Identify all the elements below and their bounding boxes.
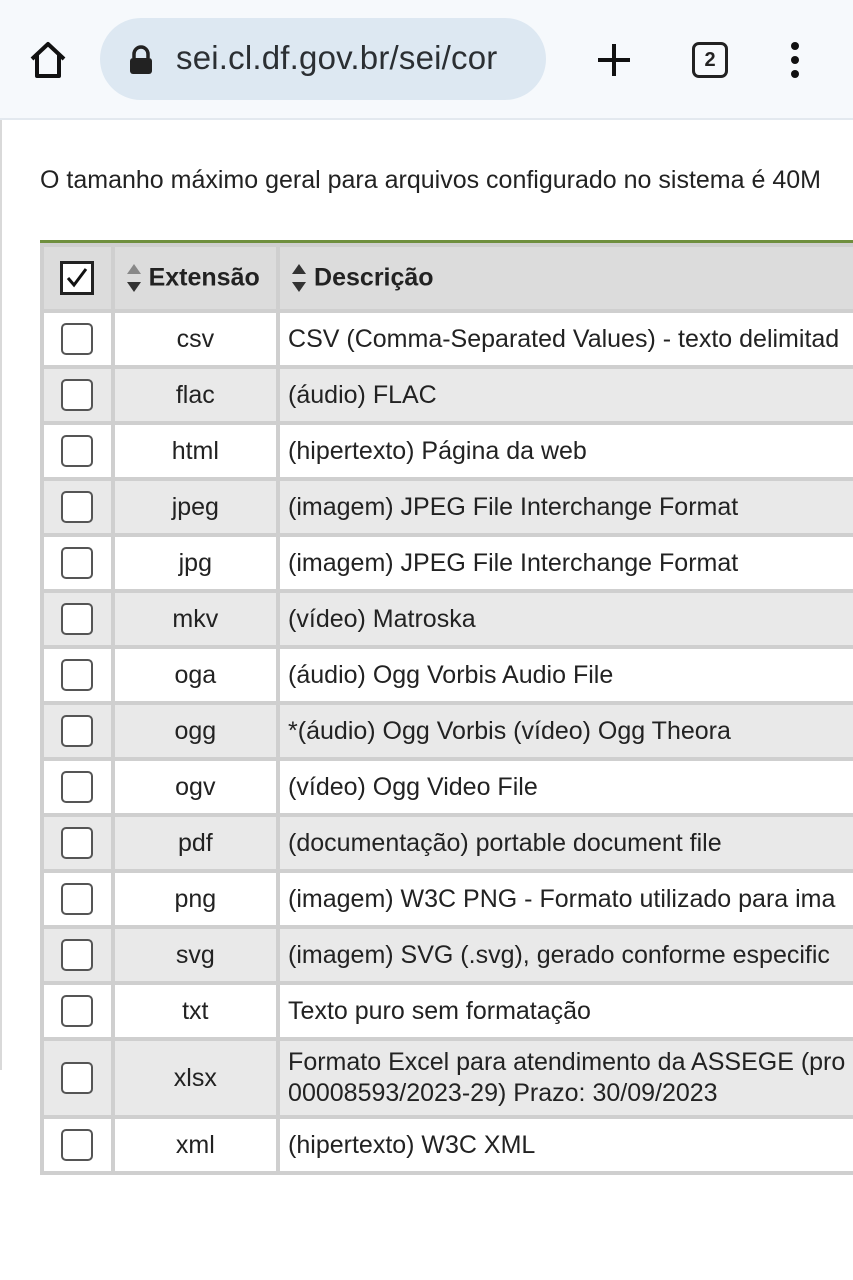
description-header-label: Descrição (314, 263, 434, 292)
extension-header-label: Extensão (148, 263, 260, 292)
description-cell: (hipertexto) W3C XML (280, 1119, 853, 1171)
extension-cell: ogg (114, 705, 277, 757)
row-checkbox-cell (44, 1119, 111, 1171)
row-checkbox[interactable] (61, 435, 94, 467)
row-checkbox[interactable] (61, 547, 94, 579)
row-checkbox[interactable] (61, 715, 94, 747)
extension-cell: jpeg (114, 481, 277, 533)
extension-cell: mkv (114, 593, 277, 645)
extension-cell: pdf (114, 817, 277, 869)
row-checkbox-cell (44, 593, 111, 645)
description-cell: Formato Excel para atendimento da ASSEGE… (280, 1041, 853, 1115)
row-checkbox-cell (44, 537, 111, 589)
more-menu-icon[interactable] (785, 38, 805, 82)
row-checkbox[interactable] (61, 491, 94, 523)
sort-icon[interactable] (125, 260, 143, 296)
extension-cell: ogv (114, 761, 277, 813)
description-cell: (documentação) portable document file (280, 817, 853, 869)
row-checkbox[interactable] (61, 995, 94, 1027)
url-text: sei.cl.df.gov.br/sei/cor (176, 39, 498, 76)
table-row: png (imagem) W3C PNG - Formato utilizado … (44, 873, 853, 925)
extensions-table-container: Extensão Descrição csv CSV (Comma-Separat… (40, 240, 853, 1175)
row-checkbox[interactable] (61, 883, 94, 915)
extension-cell: svg (114, 929, 277, 981)
row-checkbox-cell (44, 761, 111, 813)
description-column-header[interactable]: Descrição (280, 247, 853, 309)
sort-icon[interactable] (290, 260, 308, 296)
content-border (0, 120, 2, 1070)
row-checkbox-cell (44, 985, 111, 1037)
row-checkbox-cell (44, 369, 111, 421)
table-row: flac (áudio) FLAC (44, 369, 853, 421)
browser-toolbar: sei.cl.df.gov.br/sei/cor 2 (0, 0, 853, 120)
row-checkbox[interactable] (61, 1129, 94, 1161)
tab-switcher-button[interactable]: 2 (692, 42, 728, 78)
description-cell: (imagem) JPEG File Interchange Format (280, 537, 853, 589)
table-row: ogv (vídeo) Ogg Video File (44, 761, 853, 813)
extension-cell: png (114, 873, 277, 925)
description-cell: Texto puro sem formatação (280, 985, 853, 1037)
table-row: xml (hipertexto) W3C XML (44, 1119, 853, 1171)
description-cell: (imagem) W3C PNG - Formato utilizado par… (280, 873, 853, 925)
extensions-table: Extensão Descrição csv CSV (Comma-Separat… (40, 243, 853, 1175)
table-row: pdf (documentação) portable document file (44, 817, 853, 869)
extension-cell: xlsx (114, 1041, 277, 1115)
select-all-header (44, 247, 111, 309)
description-cell: (áudio) Ogg Vorbis Audio File (280, 649, 853, 701)
table-row: mkv (vídeo) Matroska (44, 593, 853, 645)
table-row: oga (áudio) Ogg Vorbis Audio File (44, 649, 853, 701)
row-checkbox[interactable] (61, 827, 94, 859)
description-cell: (imagem) SVG (.svg), gerado conforme esp… (280, 929, 853, 981)
extension-cell: oga (114, 649, 277, 701)
extension-column-header[interactable]: Extensão (114, 247, 277, 309)
row-checkbox-cell (44, 425, 111, 477)
row-checkbox[interactable] (61, 323, 94, 355)
new-tab-icon[interactable] (592, 38, 636, 82)
extension-cell: html (114, 425, 277, 477)
table-row: svg (imagem) SVG (.svg), gerado conforme … (44, 929, 853, 981)
extension-cell: xml (114, 1119, 277, 1171)
table-row: jpg (imagem) JPEG File Interchange Format (44, 537, 853, 589)
row-checkbox-cell (44, 873, 111, 925)
home-icon[interactable] (26, 38, 70, 82)
description-cell: (vídeo) Matroska (280, 593, 853, 645)
row-checkbox[interactable] (61, 1062, 94, 1094)
row-checkbox-cell (44, 929, 111, 981)
row-checkbox-cell (44, 481, 111, 533)
address-bar[interactable]: sei.cl.df.gov.br/sei/cor (100, 18, 546, 100)
row-checkbox-cell (44, 1041, 111, 1115)
row-checkbox-cell (44, 649, 111, 701)
description-cell: *(áudio) Ogg Vorbis (vídeo) Ogg Theora (280, 705, 853, 757)
row-checkbox[interactable] (61, 603, 94, 635)
select-all-checkbox[interactable] (60, 261, 95, 295)
description-cell: (hipertexto) Página da web (280, 425, 853, 477)
row-checkbox-cell (44, 705, 111, 757)
description-cell: CSV (Comma-Separated Values) - texto del… (280, 313, 853, 365)
row-checkbox[interactable] (61, 379, 94, 411)
table-row: html (hipertexto) Página da web (44, 425, 853, 477)
max-file-size-info: O tamanho máximo geral para arquivos con… (40, 166, 821, 194)
table-row: xlsx Formato Excel para atendimento da AS… (44, 1041, 853, 1115)
checkmark-icon (67, 268, 88, 288)
extension-cell: flac (114, 369, 277, 421)
extension-cell: jpg (114, 537, 277, 589)
row-checkbox[interactable] (61, 939, 94, 971)
lock-icon (130, 45, 152, 74)
extension-cell: csv (114, 313, 277, 365)
extension-cell: txt (114, 985, 277, 1037)
row-checkbox-cell (44, 313, 111, 365)
table-row: txt Texto puro sem formatação (44, 985, 853, 1037)
row-checkbox[interactable] (61, 771, 94, 803)
table-row: jpeg (imagem) JPEG File Interchange Forma… (44, 481, 853, 533)
description-cell: (vídeo) Ogg Video File (280, 761, 853, 813)
row-checkbox[interactable] (61, 659, 94, 691)
row-checkbox-cell (44, 817, 111, 869)
description-cell: (áudio) FLAC (280, 369, 853, 421)
table-row: ogg *(áudio) Ogg Vorbis (vídeo) Ogg Theor… (44, 705, 853, 757)
description-cell: (imagem) JPEG File Interchange Format (280, 481, 853, 533)
table-row: csv CSV (Comma-Separated Values) - texto … (44, 313, 853, 365)
table-header-row: Extensão Descrição (44, 247, 853, 309)
